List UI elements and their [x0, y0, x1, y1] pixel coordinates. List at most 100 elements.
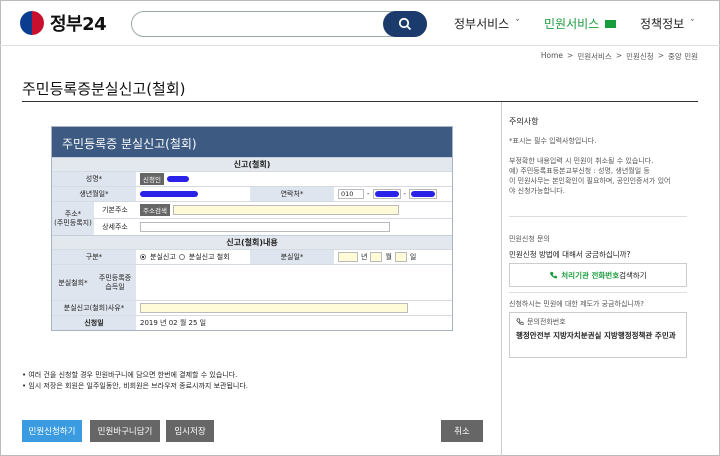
page-title: 주민등록증분실신고(철회)	[22, 80, 186, 98]
reason-input[interactable]	[140, 303, 408, 313]
phone-dash: -	[403, 190, 407, 198]
search-button[interactable]	[383, 11, 427, 37]
detail-address-value	[136, 219, 394, 235]
lost-date-value: 년 월 일	[334, 250, 420, 264]
note-line: • 임시 저장은 회원은 일주일동안, 비회원은 브라우저 종료시까지 보관됩니…	[22, 382, 249, 390]
radio-lost-report-label: 분실신고	[150, 253, 176, 261]
nav-label: 민원서비스	[544, 17, 600, 31]
inquiry-question: 민원신청 방법에 대해서 궁금하십니까?	[509, 250, 631, 259]
temp-save-button[interactable]: 임시저장	[166, 420, 214, 442]
contact-header: 문의전화번호	[516, 317, 680, 327]
redacted-birth	[140, 191, 198, 197]
site-logo[interactable]: 정부24	[20, 10, 107, 36]
phone-last-input[interactable]	[409, 189, 438, 199]
nav-civil-services[interactable]: 민원서비스	[544, 15, 617, 32]
birth-value	[136, 187, 250, 201]
lost-date-label: 분실일*	[250, 250, 334, 264]
basic-address-value: 주소검색	[136, 202, 403, 218]
search-icon	[398, 17, 412, 31]
apply-date-value: 2019 년 02 월 25 일	[140, 319, 207, 327]
agency-phone-search-link[interactable]: 처리기관 전화번호 검색하기	[509, 263, 687, 287]
name-value: 신청인	[136, 172, 193, 186]
form-title: 주민등록증 분실신고(철회)	[52, 127, 452, 157]
birth-label: 생년월일*	[52, 187, 136, 201]
redacted-phone-last	[411, 191, 436, 197]
add-basket-button[interactable]: 민원바구니담기	[90, 420, 160, 442]
search-input[interactable]	[142, 15, 382, 33]
contact-box: 문의전화번호 행정안전부 지방자치분권실 지방행정정책관 주민과	[509, 312, 687, 358]
type-row: 구분* 분실신고 분실신고 철회 분실일* 년 월 일	[52, 249, 452, 264]
chevron-down-icon: ˅	[515, 18, 520, 29]
inquiry-title: 민원신청 문의	[509, 235, 550, 243]
radio-withdraw[interactable]	[178, 254, 185, 260]
phone-icon	[516, 318, 524, 325]
basic-address-label: 기본주소	[94, 202, 136, 219]
reason-value	[136, 301, 412, 315]
nav-policy-info[interactable]: 정책정보 ˅	[640, 15, 695, 32]
caution-line: 부정확한 내용입력 시 민원이 취소될 수 있습니다.	[509, 157, 654, 165]
breadcrumb-sep: >	[657, 51, 665, 60]
redacted-name	[166, 176, 189, 182]
panel-divider	[501, 102, 502, 456]
phone-mid-input[interactable]	[372, 189, 401, 199]
site-header: 정부24 정부서비스 ˅ 민원서비스 정책정보 ˅	[0, 0, 720, 46]
apply-date-label: 신청일	[52, 316, 136, 330]
breadcrumb: Home > 민원서비스 > 민원신청 > 중앙 민원	[541, 51, 698, 62]
contact-dept[interactable]: 행정안전부 지방자치분권실 지방행정정책관 주민과	[516, 330, 680, 341]
form-notes: • 여러 건을 신청할 경우 민원바구니에 담으면 한번에 결제할 수 있습니다…	[22, 370, 248, 392]
chevron-down-icon: ˅	[690, 18, 695, 29]
phone-icon	[550, 271, 558, 278]
caution-line: 예) 주민등록표등본교부신청 : 성명, 생년월일 등	[509, 167, 650, 175]
lost-day-input[interactable]	[394, 252, 407, 262]
radio-withdraw-label: 분실신고 철회	[188, 253, 230, 261]
breadcrumb-civil[interactable]: 민원서비스	[577, 51, 612, 62]
agency-phone-search-text: 검색하기	[619, 270, 647, 280]
withdraw-row: 분실철회* 주민등록증 습득일	[52, 264, 452, 300]
caution-line	[509, 146, 670, 156]
right-divider	[509, 216, 687, 217]
title-divider	[22, 101, 698, 102]
cancel-button[interactable]: 취소	[441, 420, 483, 442]
breadcrumb-central[interactable]: 중앙 민원	[668, 51, 698, 62]
address-label: 주소* (주민등록지)	[52, 202, 94, 235]
logo-text: 정부24	[50, 14, 107, 35]
lost-month-input[interactable]	[370, 252, 383, 262]
name-label: 성명*	[52, 172, 136, 186]
applicant-button[interactable]: 신청인	[140, 173, 164, 185]
year-unit: 년	[361, 253, 368, 261]
withdraw-label: 분실철회*	[52, 265, 94, 300]
detail-address-input[interactable]	[140, 222, 390, 233]
apply-date-row: 신청일 2019 년 02 월 25 일	[52, 315, 452, 330]
right-divider	[509, 292, 687, 293]
section-report-header: 신고(철회)	[52, 157, 452, 171]
month-unit: 월	[385, 253, 392, 261]
application-form: 주민등록증 분실신고(철회) 신고(철회) 성명* 신청인 생년월일* 연락처*…	[51, 126, 453, 331]
mail-icon	[605, 19, 617, 28]
phone-value: 010 - -	[334, 187, 441, 201]
basic-address-row: 기본주소 주소검색	[94, 202, 452, 219]
apply-button[interactable]: 민원신청하기	[22, 420, 82, 442]
phone-dash: -	[367, 190, 370, 198]
basic-address-input[interactable]	[172, 205, 399, 216]
type-label: 구분*	[52, 250, 136, 264]
address-search-button[interactable]: 주소검색	[140, 204, 170, 217]
agency-phone-label: 처리기관 전화번호	[561, 270, 620, 280]
nav-gov-services[interactable]: 정부서비스 ˅	[454, 15, 520, 32]
caution-list: *표시는 필수 입력사항입니다. 부정확한 내용입력 시 민원이 취소될 수 있…	[509, 136, 670, 196]
breadcrumb-sep: >	[567, 51, 574, 60]
lost-year-input[interactable]	[338, 252, 358, 262]
caution-title: 주의사항	[509, 117, 539, 126]
caution-line: *표시는 필수 입력사항입니다.	[509, 137, 597, 145]
address-row: 주소* (주민등록지) 기본주소 주소검색 상세주소	[52, 201, 452, 235]
phone-label: 연락처*	[250, 187, 334, 201]
breadcrumb-apply[interactable]: 민원신청	[626, 51, 654, 62]
breadcrumb-home[interactable]: Home	[541, 51, 563, 62]
caution-line: 야 신청가능합니다.	[509, 187, 565, 195]
section-content-header: 신고(철회)내용	[52, 235, 452, 249]
phone-prefix-input[interactable]: 010	[338, 189, 364, 199]
note-line: • 여러 건을 신청할 경우 민원바구니에 담으면 한번에 결제할 수 있습니다…	[22, 371, 238, 379]
breadcrumb-sep: >	[615, 51, 623, 60]
idcard-found-label: 주민등록증 습득일	[94, 265, 136, 300]
redacted-phone-mid	[374, 191, 399, 197]
radio-lost-report[interactable]	[140, 254, 146, 260]
